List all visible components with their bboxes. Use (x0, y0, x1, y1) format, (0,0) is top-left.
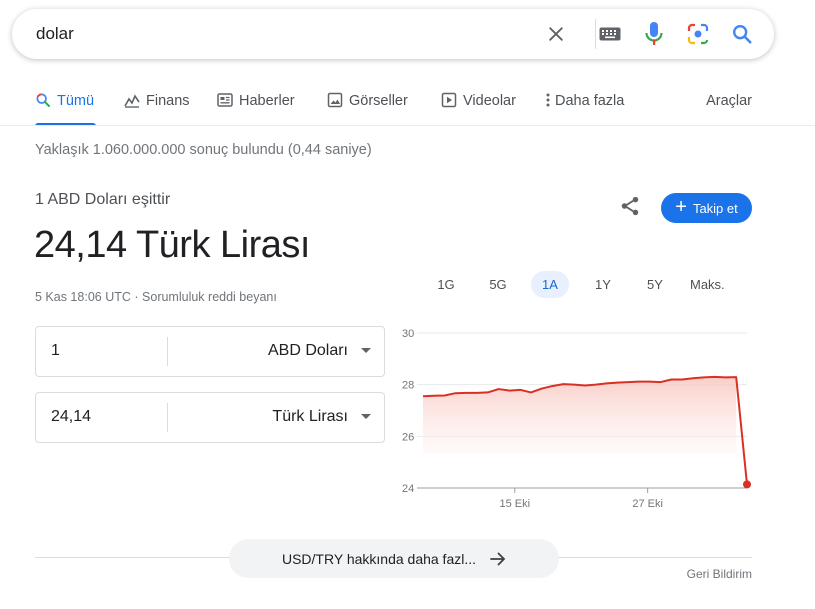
dropdown-caret-icon[interactable] (361, 414, 371, 419)
more-vert-icon (545, 92, 551, 108)
y-tick-label: 24 (402, 483, 414, 495)
last-point-marker[interactable] (743, 480, 751, 489)
search-bar[interactable]: dolar (12, 9, 774, 59)
arrow-right-icon (490, 552, 506, 566)
range-max[interactable]: Maks. (682, 271, 733, 298)
tab-videos[interactable]: Videolar (441, 88, 516, 126)
separator-dot: · (134, 290, 139, 304)
search-tabs: Tümü Finans Haberler Görseller Videolar … (35, 88, 752, 126)
tab-all[interactable]: Tümü (35, 88, 96, 126)
to-currency-select[interactable]: Türk Lirası (272, 408, 348, 426)
to-currency-box[interactable]: 24,14 Türk Lirası (35, 392, 385, 443)
timestamp-line: 5 Kas 18:06 UTC · Sorumluluk reddi beyan… (35, 290, 277, 304)
video-icon (441, 92, 457, 108)
image-icon (327, 92, 343, 108)
search-icon (35, 92, 51, 108)
more-about-button[interactable]: USD/TRY hakkında daha fazl... (229, 539, 559, 578)
result-stats: Yaklaşık 1.060.000.000 sonuç bulundu (0,… (35, 142, 372, 158)
converted-value: 24,14 Türk Lirası (34, 224, 310, 266)
from-amount-input[interactable]: 1 (51, 342, 60, 360)
tab-finance[interactable]: Finans (124, 88, 190, 126)
timestamp: 5 Kas 18:06 UTC (35, 290, 131, 304)
tab-news[interactable]: Haberler (217, 88, 295, 126)
camera-lens-icon[interactable] (685, 21, 711, 47)
x-tick-label: 15 Eki (500, 498, 531, 510)
range-1d[interactable]: 1G (427, 271, 465, 298)
equals-label: 1 ABD Doları eşittir (35, 191, 171, 208)
area-fill (423, 376, 737, 454)
y-tick-label: 26 (402, 431, 414, 443)
close-icon[interactable] (543, 21, 569, 47)
box-divider (167, 403, 168, 432)
from-currency-box[interactable]: 1 ABD Doları (35, 326, 385, 377)
from-currency-select[interactable]: ABD Doları (268, 342, 348, 360)
follow-button[interactable]: + Takip et (661, 193, 752, 223)
share-icon (619, 195, 641, 222)
finance-chart-icon (124, 92, 140, 108)
tabs-divider (0, 125, 815, 126)
tab-more[interactable]: Daha fazla (545, 88, 624, 126)
tools-button[interactable]: Araçlar (706, 88, 752, 126)
tab-images[interactable]: Görseller (327, 88, 408, 126)
search-divider (595, 19, 596, 49)
feedback-link[interactable]: Geri Bildirim (687, 567, 752, 581)
x-tick-label: 27 Eki (632, 498, 663, 510)
range-5d[interactable]: 5G (479, 271, 517, 298)
box-divider (167, 337, 168, 366)
exchange-rate-chart[interactable]: 30 28 26 24 15 Eki 27 Eki (392, 318, 762, 518)
disclaimer-link[interactable]: Sorumluluk reddi beyanı (142, 290, 277, 304)
y-tick-label: 30 (402, 328, 414, 340)
search-icon[interactable] (729, 21, 755, 47)
microphone-icon[interactable] (641, 21, 667, 47)
news-icon (217, 92, 233, 108)
to-amount-input[interactable]: 24,14 (51, 408, 91, 426)
plus-icon: + (675, 196, 687, 218)
keyboard-icon[interactable] (597, 21, 623, 47)
range-1y[interactable]: 1Y (584, 271, 622, 298)
dropdown-caret-icon[interactable] (361, 348, 371, 353)
range-1m[interactable]: 1A (531, 271, 569, 298)
y-tick-label: 28 (402, 380, 414, 392)
search-input[interactable]: dolar (36, 24, 74, 44)
range-5y[interactable]: 5Y (636, 271, 674, 298)
share-button[interactable] (616, 194, 644, 222)
